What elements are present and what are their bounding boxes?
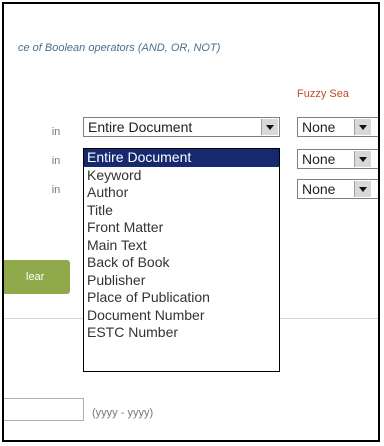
dropdown-option[interactable]: Document Number bbox=[84, 307, 279, 325]
fuzzy-select-value: None bbox=[302, 151, 336, 167]
dropdown-option[interactable]: Place of Publication bbox=[84, 289, 279, 307]
dropdown-option[interactable]: Publisher bbox=[84, 272, 279, 290]
dropdown-option[interactable]: Front Matter bbox=[84, 219, 279, 237]
search-field-select-value: Entire Document bbox=[88, 119, 193, 135]
chevron-down-icon[interactable] bbox=[354, 119, 371, 135]
fuzzy-select-1[interactable]: None bbox=[297, 117, 378, 137]
chevron-down-icon[interactable] bbox=[354, 181, 371, 197]
fuzzy-select-3[interactable]: None bbox=[297, 179, 378, 199]
fuzzy-select-2[interactable]: None bbox=[297, 149, 378, 169]
dropdown-option[interactable]: Title bbox=[84, 202, 279, 220]
chevron-down-icon[interactable] bbox=[261, 119, 278, 135]
in-label: in bbox=[51, 126, 61, 138]
fuzzy-select-value: None bbox=[302, 119, 336, 135]
search-form-panel: ce of Boolean operators (AND, OR, NOT) F… bbox=[2, 2, 380, 442]
dropdown-option[interactable]: Author bbox=[84, 184, 279, 202]
date-range-input[interactable] bbox=[4, 398, 84, 421]
in-label: in bbox=[51, 184, 61, 196]
search-field-dropdown-list: Entire Document Keyword Author Title Fro… bbox=[83, 148, 280, 372]
date-format-hint: (yyyy - yyyy) bbox=[92, 407, 154, 419]
boolean-hint: ce of Boolean operators (AND, OR, NOT) bbox=[18, 42, 221, 54]
in-label: in bbox=[51, 155, 61, 167]
dropdown-option[interactable]: Back of Book bbox=[84, 254, 279, 272]
dropdown-option[interactable]: Main Text bbox=[84, 237, 279, 255]
search-field-select[interactable]: Entire Document bbox=[83, 117, 280, 137]
fuzzy-select-value: None bbox=[302, 181, 336, 197]
chevron-down-icon[interactable] bbox=[354, 151, 371, 167]
fuzzy-search-label: Fuzzy Sea bbox=[297, 88, 349, 100]
clear-button[interactable]: lear bbox=[4, 260, 70, 294]
dropdown-option[interactable]: Entire Document bbox=[84, 149, 279, 167]
dropdown-option[interactable]: ESTC Number bbox=[84, 324, 279, 342]
dropdown-option[interactable]: Keyword bbox=[84, 167, 279, 185]
